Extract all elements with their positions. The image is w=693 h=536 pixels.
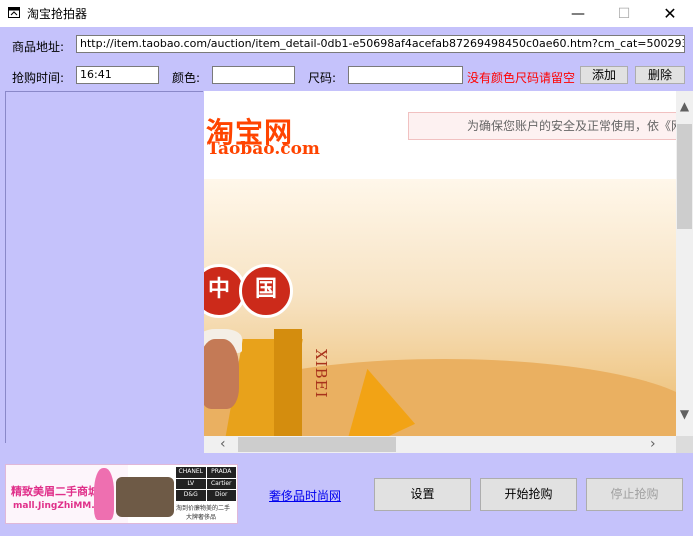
title-bar: 淘宝抢拍器 — ☐ ✕ — [0, 0, 693, 27]
banner-person — [204, 339, 239, 409]
add-button[interactable]: 添加 — [580, 66, 628, 84]
security-notice: 为确保您账户的安全及正常使用，依《网 — [408, 112, 676, 140]
ad-tagline-1: 淘到价廉物美的二手 — [176, 505, 231, 512]
color-input[interactable] — [212, 66, 295, 84]
url-input[interactable]: http://item.taobao.com/auction/item_deta… — [76, 35, 685, 53]
url-label: 商品地址: — [12, 40, 65, 54]
banner-text: XIBEI — [312, 349, 330, 399]
ad-url: mall.JingZhiMM.cn — [13, 501, 107, 511]
maximize-button[interactable]: ☐ — [601, 0, 647, 27]
time-label: 抢购时间: — [12, 71, 65, 85]
ad-banner[interactable]: 精致美眉二手商城 mall.JingZhiMM.cn CHANEL PRADA … — [5, 464, 238, 524]
ad-brand-logos: CHANEL PRADA LV Cartier D&G Dior — [176, 467, 236, 501]
horizontal-scrollbar[interactable]: ‹ › — [204, 436, 676, 453]
luxury-fashion-link[interactable]: 奢侈品时尚网 — [269, 487, 341, 504]
brand-logo: CHANEL — [176, 467, 206, 478]
stop-button[interactable]: 停止抢购 — [586, 478, 683, 511]
item-list-panel[interactable] — [5, 91, 203, 443]
ad-title: 精致美眉二手商城 — [11, 485, 99, 498]
delete-button[interactable]: 删除 — [635, 66, 685, 84]
brand-logo: Cartier — [206, 478, 236, 490]
empty-hint: 没有颜色尺码请留空 — [467, 71, 576, 85]
brand-logo: D&G — [176, 490, 206, 501]
window-title: 淘宝抢拍器 — [27, 7, 88, 21]
banner-stroke-2 — [274, 329, 302, 436]
time-input[interactable]: 16:41 — [76, 66, 159, 84]
vertical-scroll-thumb[interactable] — [677, 124, 692, 229]
brand-logo: Dior — [206, 490, 236, 501]
scroll-right-icon[interactable]: › — [650, 436, 656, 453]
app-icon — [8, 7, 20, 18]
close-button[interactable]: ✕ — [647, 0, 693, 27]
scroll-corner — [676, 436, 693, 453]
ad-figure — [94, 468, 114, 520]
vertical-scrollbar[interactable]: ▲ ▼ — [676, 91, 693, 436]
brand-logo: LV — [176, 478, 206, 490]
color-label: 颜色: — [172, 71, 201, 85]
scroll-down-icon[interactable]: ▼ — [676, 407, 693, 421]
banner-image: 中 国 XIBEI — [204, 179, 676, 436]
size-label: 尺码: — [308, 71, 337, 85]
embedded-browser[interactable]: 淘宝网 Taobao.com 为确保您账户的安全及正常使用，依《网 中 国 XI… — [204, 91, 693, 453]
ad-bag-image — [116, 477, 174, 517]
minimize-button[interactable]: — — [555, 0, 601, 27]
ad-tagline-2: 大牌奢侈品 — [186, 514, 217, 521]
scroll-left-icon[interactable]: ‹ — [220, 436, 226, 453]
settings-button[interactable]: 设置 — [374, 478, 471, 511]
banner-seal-2: 国 — [239, 264, 293, 318]
taobao-logo-en[interactable]: Taobao.com — [207, 139, 320, 159]
brand-logo: PRADA — [206, 467, 236, 478]
size-input[interactable] — [348, 66, 463, 84]
start-button[interactable]: 开始抢购 — [480, 478, 577, 511]
scroll-up-icon[interactable]: ▲ — [676, 99, 693, 113]
horizontal-scroll-thumb[interactable] — [238, 437, 396, 452]
browser-content: 淘宝网 Taobao.com 为确保您账户的安全及正常使用，依《网 中 国 XI… — [204, 91, 676, 436]
